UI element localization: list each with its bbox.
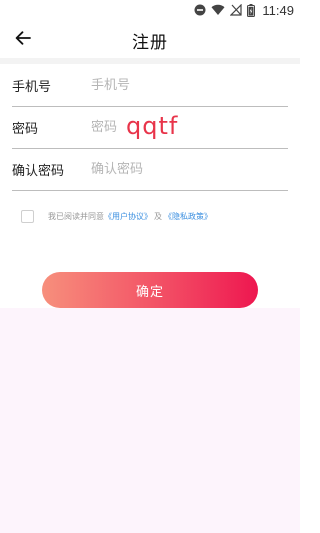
phone-row: 手机号 bbox=[12, 64, 288, 107]
confirm-password-row: 确认密码 bbox=[12, 148, 288, 191]
overlay-text: qqtf bbox=[126, 112, 179, 140]
status-time: 11:49 bbox=[262, 2, 294, 18]
wifi-icon bbox=[211, 4, 225, 16]
agreement-prefix: 我已阅读并同意 bbox=[48, 211, 104, 221]
page-title: 注册 bbox=[132, 33, 168, 53]
user-agreement-link[interactable]: 《用户协议》 bbox=[104, 212, 152, 221]
phone-input[interactable] bbox=[91, 74, 281, 96]
password-input[interactable] bbox=[91, 116, 281, 138]
status-icons: 11:49 bbox=[194, 2, 294, 18]
app-header: 注册 bbox=[0, 20, 300, 58]
battery-icon bbox=[247, 3, 256, 17]
lower-background bbox=[0, 308, 300, 533]
confirm-button[interactable]: 确定 bbox=[42, 272, 258, 308]
status-bar: 11:49 bbox=[0, 0, 300, 20]
confirm-password-label: 确认密码 bbox=[12, 164, 65, 179]
privacy-policy-link[interactable]: 《隐私政策》 bbox=[164, 212, 212, 221]
agreement-text: 我已阅读并同意《用户协议》及《隐私政策》 bbox=[48, 211, 212, 222]
agreement: 我已阅读并同意《用户协议》及《隐私政策》 bbox=[21, 209, 212, 223]
password-label: 密码 bbox=[12, 122, 39, 137]
do-not-disturb-icon bbox=[194, 4, 206, 16]
agreement-and: 及 bbox=[154, 211, 162, 221]
phone-label: 手机号 bbox=[12, 80, 52, 95]
agreement-checkbox[interactable] bbox=[21, 209, 34, 223]
confirm-password-input[interactable] bbox=[91, 158, 281, 180]
no-signal-icon bbox=[230, 4, 243, 16]
